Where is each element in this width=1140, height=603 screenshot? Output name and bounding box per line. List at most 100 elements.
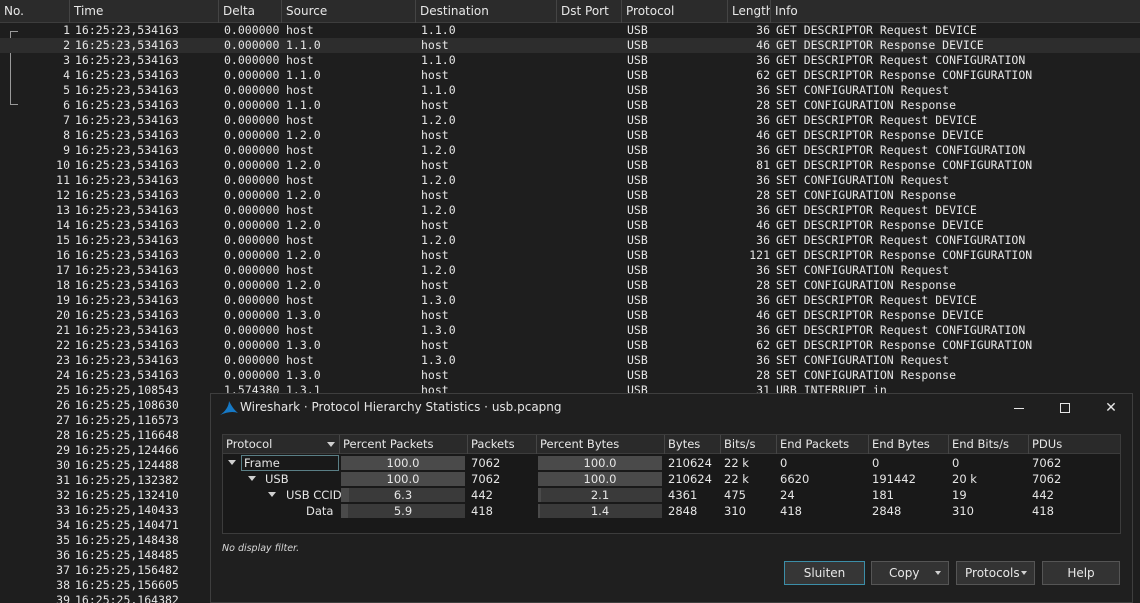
- packet-row[interactable]: 12 16:25:23,534163 0.000000 1.2.0 host USB 28 S…: [0, 188, 1140, 203]
- packet-cell-no: 38: [56, 578, 70, 592]
- close-window-button[interactable]: ✕: [1088, 394, 1134, 422]
- packet-cell-delta: 0.000000: [224, 68, 280, 82]
- column-header-end-bytes[interactable]: End Bytes: [869, 435, 949, 454]
- percent-bytes-value: 100.0: [583, 472, 617, 486]
- packet-cell-length: 46: [756, 308, 770, 322]
- packet-row[interactable]: 4 16:25:23,534163 0.000000 1.1.0 host USB 62 GE…: [0, 68, 1140, 83]
- protocol-row[interactable]: Data 5.9 1.4 418 2848 310 418 2848 310 418: [223, 503, 1120, 519]
- dialog-titlebar[interactable]: Wireshark · Protocol Hierarchy Statistic…: [211, 394, 1132, 422]
- column-header-length[interactable]: Length: [728, 0, 771, 23]
- protocol-row[interactable]: USB 100.0 100.0 7062 210624 22 k 6620 191442 20 …: [223, 471, 1120, 487]
- packet-row[interactable]: 24 16:25:23,534163 0.000000 1.3.0 host USB 28 S…: [0, 368, 1140, 383]
- packet-row[interactable]: 20 16:25:23,534163 0.000000 1.3.0 host USB 46 G…: [0, 308, 1140, 323]
- copy-button[interactable]: Copy: [871, 561, 949, 585]
- packet-row[interactable]: 18 16:25:23,534163 0.000000 1.2.0 host USB 28 S…: [0, 278, 1140, 293]
- packet-cell-delta: 0.000000: [224, 158, 280, 172]
- packet-cell-protocol: USB: [627, 308, 648, 322]
- packet-cell-no: 23: [56, 353, 70, 367]
- packet-cell-length: 36: [756, 173, 770, 187]
- protocol-row[interactable]: USB CCID 6.3 2.1 442 4361 475 24 181 19 442: [223, 487, 1120, 503]
- packet-row[interactable]: 3 16:25:23,534163 0.000000 host 1.1.0 USB 36 GE…: [0, 53, 1140, 68]
- column-header-info[interactable]: Info: [771, 0, 1140, 23]
- bits-s-value: 310: [724, 504, 746, 518]
- packet-cell-delta: 0.000000: [224, 323, 280, 337]
- column-header-pdus[interactable]: PDUs: [1029, 435, 1120, 454]
- pdus-value: 7062: [1032, 456, 1062, 470]
- packet-row[interactable]: 23 16:25:23,534163 0.000000 host 1.3.0 USB 36 S…: [0, 353, 1140, 368]
- packet-cell-time: 16:25:25,156605: [75, 578, 179, 592]
- packet-cell-delta: 0.000000: [224, 53, 280, 67]
- packet-row[interactable]: 1 16:25:23,534163 0.000000 host 1.1.0 USB 36 GE…: [0, 23, 1140, 38]
- protocol-row[interactable]: Frame 100.0 100.0 7062 210624 22 k 0 0 0 7062: [223, 455, 1120, 471]
- column-header-bits-s[interactable]: Bits/s: [721, 435, 777, 454]
- packet-cell-length: 62: [756, 68, 770, 82]
- packet-cell-source: 1.2.0: [286, 188, 321, 202]
- packet-cell-no: 37: [56, 563, 70, 577]
- pdus-value: 442: [1032, 488, 1054, 502]
- packet-row[interactable]: 14 16:25:23,534163 0.000000 1.2.0 host USB 46 G…: [0, 218, 1140, 233]
- bytes-value: 4361: [668, 488, 698, 502]
- packet-cell-destination: host: [421, 68, 449, 82]
- packet-row[interactable]: 11 16:25:23,534163 0.000000 host 1.2.0 USB 36 S…: [0, 173, 1140, 188]
- packet-cell-delta: 0.000000: [224, 143, 280, 157]
- column-header-source[interactable]: Source: [282, 0, 416, 23]
- column-header-protocol-tree[interactable]: Protocol: [223, 435, 340, 454]
- help-button[interactable]: Help: [1042, 561, 1120, 585]
- bits-s-value: 22 k: [724, 472, 749, 486]
- expand-arrow-icon[interactable]: [268, 492, 276, 497]
- packet-row[interactable]: 9 16:25:23,534163 0.000000 host 1.2.0 USB 36 GE…: [0, 143, 1140, 158]
- column-header-time[interactable]: Time: [70, 0, 219, 23]
- packet-row[interactable]: 16 16:25:23,534163 0.000000 1.2.0 host USB 121…: [0, 248, 1140, 263]
- packet-cell-no: 36: [56, 548, 70, 562]
- close-button[interactable]: Sluiten: [784, 561, 865, 585]
- column-header-bytes[interactable]: Bytes: [665, 435, 721, 454]
- packet-cell-destination: host: [421, 338, 449, 352]
- column-header-end-packets[interactable]: End Packets: [777, 435, 869, 454]
- packet-row[interactable]: 19 16:25:23,534163 0.000000 host 1.3.0 USB 36 G…: [0, 293, 1140, 308]
- packet-cell-no: 13: [56, 203, 70, 217]
- maximize-button[interactable]: [1042, 394, 1088, 422]
- protocols-button[interactable]: Protocols: [956, 561, 1035, 585]
- packet-row[interactable]: 15 16:25:23,534163 0.000000 host 1.2.0 USB 36 G…: [0, 233, 1140, 248]
- packet-row[interactable]: 5 16:25:23,534163 0.000000 host 1.1.0 USB 36 SE…: [0, 83, 1140, 98]
- packet-row[interactable]: 17 16:25:23,534163 0.000000 host 1.2.0 USB 36 S…: [0, 263, 1140, 278]
- packet-row[interactable]: 10 16:25:23,534163 0.000000 1.2.0 host USB 81 G…: [0, 158, 1140, 173]
- packet-cell-no: 2: [63, 38, 70, 52]
- packet-cell-time: 16:25:23,534163: [75, 263, 179, 277]
- packet-cell-info: GET DESCRIPTOR Request CONFIGURATION: [776, 143, 1026, 157]
- packet-cell-length: 36: [756, 293, 770, 307]
- column-header-percent-bytes[interactable]: Percent Bytes: [537, 435, 665, 454]
- packet-cell-no: 29: [56, 443, 70, 457]
- column-header-percent-packets[interactable]: Percent Packets: [340, 435, 468, 454]
- column-header-packets[interactable]: Packets: [468, 435, 537, 454]
- packet-cell-length: 28: [756, 368, 770, 382]
- protocol-tree[interactable]: Protocol Percent Packets Packets Percent…: [222, 434, 1121, 534]
- end-packets-value: 418: [780, 504, 802, 518]
- column-header-protocol[interactable]: Protocol: [622, 0, 728, 23]
- expand-arrow-icon[interactable]: [248, 476, 256, 481]
- packet-cell-time: 16:25:25,108630: [75, 398, 179, 412]
- packet-row[interactable]: 6 16:25:23,534163 0.000000 1.1.0 host USB 28 SE…: [0, 98, 1140, 113]
- packet-row[interactable]: 13 16:25:23,534163 0.000000 host 1.2.0 USB 36 G…: [0, 203, 1140, 218]
- packet-cell-source: host: [286, 263, 314, 277]
- packet-cell-time: 16:25:23,534163: [75, 233, 179, 247]
- expand-arrow-icon[interactable]: [228, 460, 236, 465]
- end-bytes-value: 181: [872, 488, 894, 502]
- column-header-end-bits-s[interactable]: End Bits/s: [949, 435, 1029, 454]
- packet-cell-destination: 1.2.0: [421, 173, 456, 187]
- packet-row[interactable]: 8 16:25:23,534163 0.000000 1.2.0 host USB 46 GE…: [0, 128, 1140, 143]
- packet-row[interactable]: 7 16:25:23,534163 0.000000 host 1.2.0 USB 36 GE…: [0, 113, 1140, 128]
- packet-cell-time: 16:25:23,534163: [75, 308, 179, 322]
- packet-row[interactable]: 21 16:25:23,534163 0.000000 host 1.3.0 USB 36 G…: [0, 323, 1140, 338]
- column-header-no[interactable]: No.: [0, 0, 70, 23]
- packet-cell-source: 1.3.0: [286, 308, 321, 322]
- bytes-value: 2848: [668, 504, 698, 518]
- column-header-destination[interactable]: Destination: [416, 0, 557, 23]
- column-header-dst-port[interactable]: Dst Port: [557, 0, 622, 23]
- minimize-button[interactable]: [996, 394, 1042, 422]
- column-header-delta[interactable]: Delta: [219, 0, 282, 23]
- packet-cell-length: 36: [756, 203, 770, 217]
- packet-row[interactable]: 22 16:25:23,534163 0.000000 1.3.0 host USB 62 G…: [0, 338, 1140, 353]
- packet-cell-time: 16:25:23,534163: [75, 173, 179, 187]
- packet-row[interactable]: 2 16:25:23,534163 0.000000 1.1.0 host USB 46 GE…: [0, 38, 1140, 53]
